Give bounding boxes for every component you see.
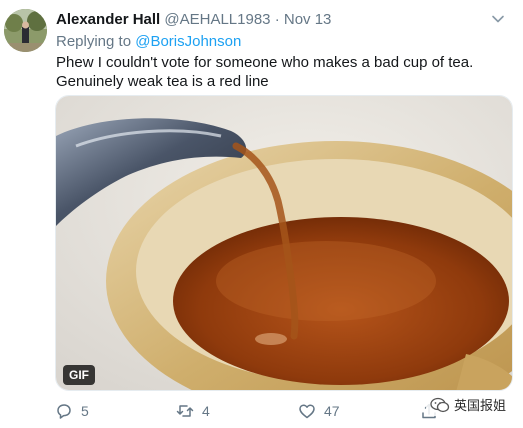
gif-badge: GIF bbox=[63, 365, 95, 385]
tweet-header: Alexander Hall @AEHALL1983 · Nov 13 bbox=[56, 11, 331, 28]
reply-button[interactable]: 5 bbox=[55, 402, 89, 420]
author-name[interactable]: Alexander Hall bbox=[56, 11, 160, 28]
tweet-text-line: Phew I couldn't vote for someone who mak… bbox=[56, 54, 474, 71]
like-button[interactable]: 47 bbox=[298, 402, 340, 420]
retweet-icon bbox=[176, 405, 194, 417]
author-handle[interactable]: @AEHALL1983 bbox=[164, 11, 270, 28]
reply-count: 5 bbox=[81, 403, 89, 419]
replying-mention-link[interactable]: @BorisJohnson bbox=[135, 33, 241, 50]
replying-to: Replying to @BorisJohnson bbox=[56, 33, 241, 50]
replying-prefix: Replying to bbox=[56, 33, 132, 50]
wechat-icon bbox=[430, 397, 450, 412]
retweet-count: 4 bbox=[202, 403, 210, 419]
watermark-text: 英国报姐 bbox=[454, 398, 507, 413]
reply-icon bbox=[57, 404, 71, 419]
watermark: 英国报姐 bbox=[426, 393, 511, 416]
avatar[interactable] bbox=[4, 9, 47, 52]
chevron-down-icon[interactable] bbox=[491, 12, 505, 26]
tweet-card[interactable]: Alexander Hall @AEHALL1983 · Nov 13 Repl… bbox=[0, 0, 523, 428]
tweet-text-line: Genuinely weak tea is a red line bbox=[56, 73, 269, 90]
tweet-text: Phew I couldn't vote for someone who mak… bbox=[56, 53, 516, 91]
retweet-button[interactable]: 4 bbox=[176, 402, 210, 420]
tweet-media-gif[interactable] bbox=[55, 95, 513, 391]
separator-dot: · bbox=[274, 11, 280, 28]
like-count: 47 bbox=[324, 403, 340, 419]
tweet-date[interactable]: Nov 13 bbox=[284, 11, 332, 28]
like-icon bbox=[299, 404, 315, 419]
